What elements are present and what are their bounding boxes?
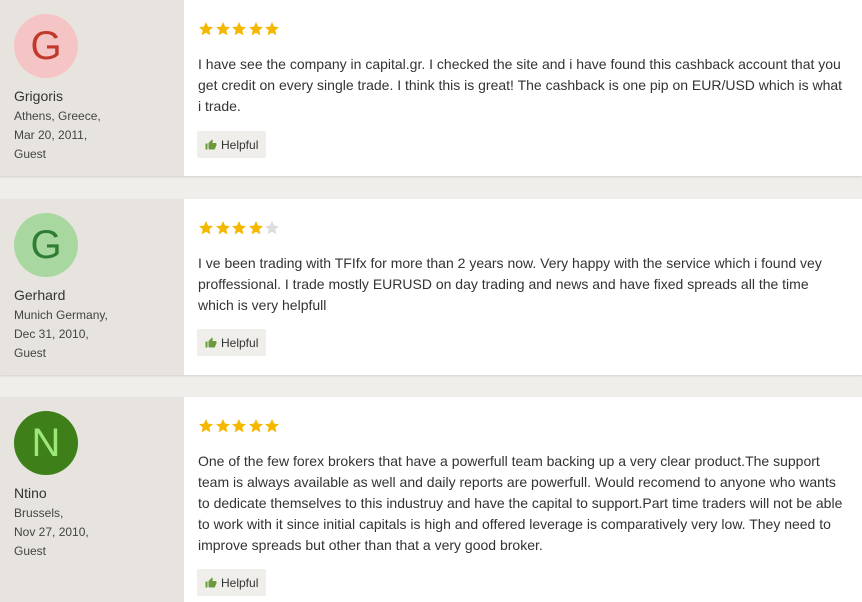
avatar: N <box>14 411 78 475</box>
thumbs-up-icon <box>205 337 217 347</box>
star-filled-icon <box>265 419 279 433</box>
author-location: Munich Germany, <box>14 308 108 322</box>
review-date: Mar 20, 2011, <box>14 128 88 142</box>
thumbs-up-icon <box>205 577 217 587</box>
star-rating <box>198 21 848 39</box>
review-text: One of the few forex brokers that have a… <box>198 453 843 553</box>
star-filled-icon <box>248 419 263 433</box>
author-location: Athens, Greece, <box>14 109 101 123</box>
review-text: I ve been trading with TFIfx for more th… <box>198 255 822 313</box>
star-filled-icon <box>232 419 246 433</box>
review-card: G Gerhard Munich Germany, Dec 31, 2010, … <box>0 199 862 375</box>
star-rating <box>198 220 848 238</box>
author-role: Guest <box>14 147 47 161</box>
star-filled-icon <box>199 419 213 433</box>
author-name: Grigoris <box>14 88 64 104</box>
helpful-button[interactable]: Helpful <box>197 569 267 596</box>
star-filled-icon <box>232 22 246 36</box>
star-rating <box>198 418 848 436</box>
star-filled-icon <box>248 221 263 235</box>
review-date: Nov 27, 2010, <box>14 525 89 539</box>
author-role: Guest <box>14 544 47 558</box>
review-author-panel: N Ntino Brussels, Nov 27, 2010, Guest <box>0 397 184 602</box>
avatar: G <box>14 213 78 277</box>
review-author-panel: G Gerhard Munich Germany, Dec 31, 2010, … <box>0 199 184 375</box>
star-filled-icon <box>215 22 230 36</box>
helpful-label: Helpful <box>221 137 259 152</box>
author-meta: Brussels, Nov 27, 2010, Guest <box>14 504 184 561</box>
star-filled-icon <box>199 22 213 36</box>
review-body: I ve been trading with TFIfx for more th… <box>184 199 862 375</box>
helpful-button[interactable]: Helpful <box>197 329 267 356</box>
avatar-initial: G <box>30 24 62 68</box>
review-text: I have see the company in capital.gr. I … <box>198 56 843 114</box>
helpful-label: Helpful <box>221 575 259 590</box>
star-filled-icon <box>215 221 230 235</box>
author-name: Gerhard <box>14 287 66 303</box>
author-name: Ntino <box>14 485 47 501</box>
thumbs-up-icon <box>205 139 217 149</box>
review-author-panel: G Grigoris Athens, Greece, Mar 20, 2011,… <box>0 0 184 176</box>
helpful-button[interactable]: Helpful <box>197 131 267 158</box>
star-empty-icon <box>265 221 279 235</box>
review-card: N Ntino Brussels, Nov 27, 2010, Guest On… <box>0 397 862 602</box>
star-filled-icon <box>215 419 230 433</box>
author-meta: Athens, Greece, Mar 20, 2011, Guest <box>14 107 184 164</box>
avatar-initial: G <box>30 223 62 267</box>
author-location: Brussels, <box>14 506 64 520</box>
star-filled-icon <box>248 22 263 36</box>
author-role: Guest <box>14 346 47 360</box>
author-meta: Munich Germany, Dec 31, 2010, Guest <box>14 306 184 363</box>
review-card: G Grigoris Athens, Greece, Mar 20, 2011,… <box>0 0 862 176</box>
avatar-initial: N <box>31 421 61 465</box>
star-filled-icon <box>265 22 279 36</box>
avatar: G <box>14 14 78 78</box>
review-body: One of the few forex brokers that have a… <box>184 397 862 602</box>
star-filled-icon <box>199 221 213 235</box>
helpful-label: Helpful <box>221 335 259 350</box>
star-filled-icon <box>232 221 246 235</box>
review-date: Dec 31, 2010, <box>14 327 89 341</box>
review-body: I have see the company in capital.gr. I … <box>184 0 862 176</box>
